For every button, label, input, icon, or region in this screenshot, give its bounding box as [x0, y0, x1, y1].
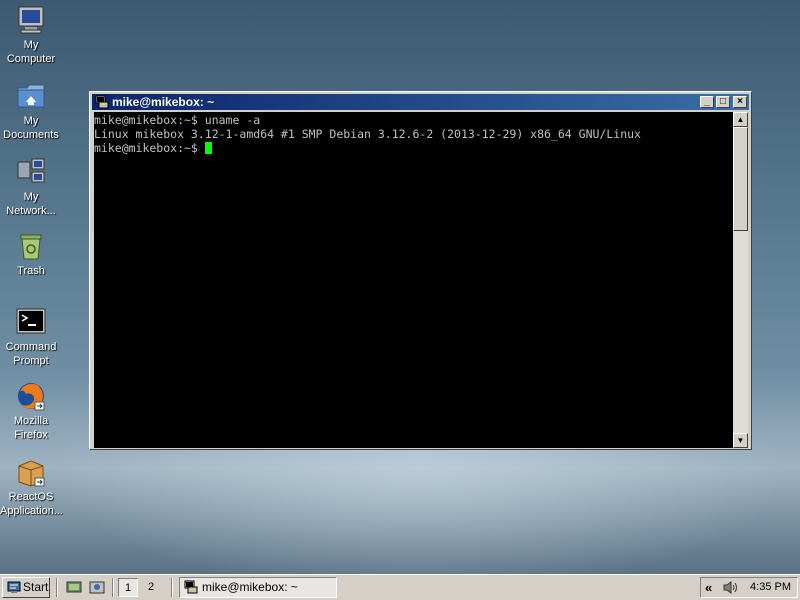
desktop-icon-mozilla-firefox[interactable]: Mozilla Firefox	[0, 380, 62, 442]
volume-icon[interactable]	[723, 581, 739, 594]
desktop-icon-my-computer[interactable]: My Computer	[0, 4, 62, 66]
desktop-icon-label: My Documents	[3, 115, 59, 141]
window-titlebar[interactable]: mike@mikebox: ~ _ □ ×	[92, 94, 749, 110]
taskbar: Start 1 2 mike@mikebox: ~ « 4:35 PM	[0, 574, 800, 600]
desktop-icon-label: Mozilla Firefox	[13, 415, 49, 441]
minimize-button[interactable]: _	[700, 96, 714, 108]
firefox-icon	[18, 383, 45, 411]
taskbar-item-terminal[interactable]: mike@mikebox: ~	[179, 577, 337, 598]
desktop-icon-label: Trash	[17, 265, 45, 277]
terminal-line: mike@mikebox:~$ uname -a	[94, 113, 261, 127]
vertical-scrollbar[interactable]: ▲ ▼	[733, 112, 748, 448]
start-label: Start	[23, 580, 49, 594]
putty-icon	[95, 95, 109, 109]
documents-folder-icon	[17, 84, 45, 108]
desktop-icon-label: My Network...	[6, 191, 56, 217]
command-prompt-icon	[16, 308, 46, 334]
system-tray: « 4:35 PM	[700, 577, 798, 598]
package-box-icon	[18, 460, 45, 487]
workspace-1-button[interactable]: 1	[118, 578, 138, 597]
terminal-prompt-line: mike@mikebox:~$	[94, 141, 735, 155]
desktop-icon-trash[interactable]: Trash	[0, 230, 62, 278]
desktop-icon-reactos-applications[interactable]: ReactOS Application...	[0, 456, 63, 518]
taskbar-separator	[171, 578, 173, 597]
taskbar-separator	[56, 578, 58, 597]
putty-icon	[184, 580, 198, 594]
taskbar-item-label: mike@mikebox: ~	[202, 580, 298, 594]
clock[interactable]: 4:35 PM	[750, 578, 791, 597]
start-button[interactable]: Start	[2, 577, 50, 598]
terminal-window[interactable]: mike@mikebox: ~ _ □ × mike@mikebox:~$ un…	[89, 91, 752, 450]
scroll-down-icon[interactable]: ▼	[733, 433, 748, 448]
network-icon	[17, 158, 45, 183]
file-browser-icon[interactable]	[89, 580, 105, 595]
desktop-icon-label: Command Prompt	[5, 341, 57, 367]
window-title: mike@mikebox: ~	[112, 95, 215, 109]
desktop-icon-my-network[interactable]: My Network...	[0, 156, 62, 218]
trash-icon	[20, 234, 42, 260]
workspace-2-button[interactable]: 2	[141, 578, 161, 597]
scroll-up-icon[interactable]: ▲	[733, 112, 748, 127]
close-button[interactable]: ×	[733, 96, 747, 108]
desktop-icon-label: My Computer	[6, 39, 56, 65]
terminal-prompt: mike@mikebox:~$	[94, 141, 205, 155]
scrollbar-thumb[interactable]	[733, 127, 748, 231]
maximize-button[interactable]: □	[716, 96, 730, 108]
computer-icon	[18, 6, 44, 34]
tray-expand-icon[interactable]: «	[705, 578, 712, 597]
terminal-cursor	[204, 142, 212, 154]
start-logo-icon	[7, 581, 21, 593]
desktop-icon-label: ReactOS Application...	[0, 491, 63, 517]
show-desktop-icon[interactable]	[66, 580, 82, 595]
terminal-line: Linux mikebox 3.12-1-amd64 #1 SMP Debian…	[94, 127, 641, 141]
desktop-icon-command-prompt[interactable]: Command Prompt	[0, 306, 62, 368]
terminal-output[interactable]: mike@mikebox:~$ uname -a Linux mikebox 3.…	[94, 112, 735, 448]
desktop-icon-my-documents[interactable]: My Documents	[0, 80, 62, 142]
taskbar-separator	[112, 578, 114, 597]
